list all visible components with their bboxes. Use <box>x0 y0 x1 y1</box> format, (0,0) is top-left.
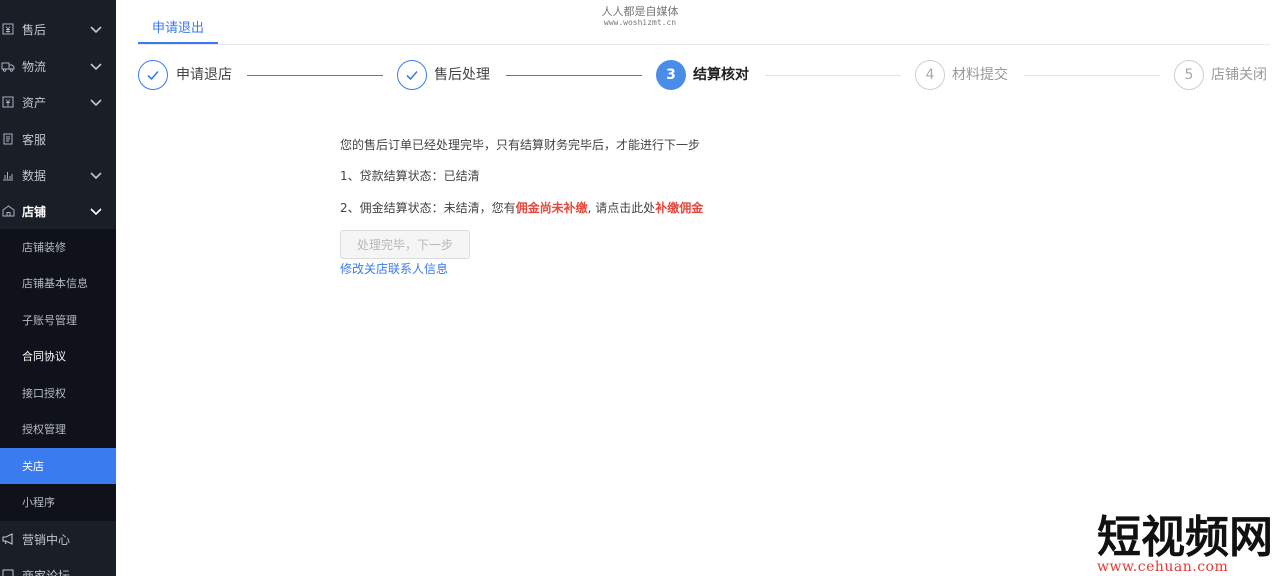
tab-apply-exit[interactable]: 申请退出 <box>138 10 218 44</box>
sidebar-item-label: 物流 <box>22 59 47 74</box>
sidebar-item-after-sales[interactable]: 售后 <box>0 11 116 47</box>
tab-divider <box>138 44 1270 45</box>
submenu-item-sub-account[interactable]: 子账号管理 <box>0 302 116 338</box>
submenu-item-label: 授权管理 <box>22 423 66 436</box>
sidebar-item-label: 售后 <box>22 22 47 37</box>
step-3-number: 3 <box>656 60 686 90</box>
sidebar-item-store[interactable]: 店铺 <box>0 193 116 229</box>
sidebar-item-assets[interactable]: 资产 <box>0 84 116 120</box>
pay-commission-link[interactable]: 补缴佣金 <box>655 201 703 215</box>
step-5-label: 店铺关闭 <box>1211 67 1267 83</box>
settlement-intro-text: 您的售后订单已经处理完毕，只有结算财务完毕后，才能进行下一步 <box>340 138 701 152</box>
submenu-item-store-basic-info[interactable]: 店铺基本信息 <box>0 265 116 301</box>
megaphone-icon <box>1 532 15 546</box>
submenu-item-label: 店铺基本信息 <box>22 277 88 290</box>
watermark-top: 人人都是自媒体 www.woshizmt.cn <box>560 5 720 28</box>
step-1-label: 申请退店 <box>176 67 232 83</box>
submenu-item-label: 接口授权 <box>22 387 66 400</box>
watermark-corner-url: www.cehuan.com <box>1097 559 1229 575</box>
step-2-label: 售后处理 <box>434 67 490 83</box>
commission-settlement-status: 2、佣金结算状态：未结清，您有佣金尚未补缴, 请点击此处补缴佣金 <box>340 199 703 217</box>
chevron-down-icon <box>90 26 102 34</box>
sidebar-item-label: 客服 <box>22 132 47 147</box>
submenu-item-api-auth[interactable]: 接口授权 <box>0 375 116 411</box>
sidebar-item-label: 数据 <box>22 168 47 183</box>
sidebar-item-label: 资产 <box>22 95 47 110</box>
submenu-item-auth-management[interactable]: 授权管理 <box>0 411 116 447</box>
submenu-item-mini-program[interactable]: 小程序 <box>0 484 116 520</box>
step-connector <box>1024 75 1160 76</box>
chevron-down-icon <box>90 63 102 71</box>
sidebar-item-label: 营销中心 <box>22 532 71 547</box>
watermark-corner-title: 短视频网 <box>1097 512 1273 563</box>
submenu-item-label: 小程序 <box>22 496 55 509</box>
edit-contact-link[interactable]: 修改关店联系人信息 <box>340 260 448 278</box>
step-4-label: 材料提交 <box>952 67 1008 83</box>
submenu-item-contract[interactable]: 合同协议 <box>0 338 116 374</box>
watermark-corner: 短视频网 www.cehuan.com <box>1097 512 1280 576</box>
watermark-url: www.woshizmt.cn <box>603 18 677 27</box>
sidebar-item-data[interactable]: 数据 <box>0 157 116 193</box>
chevron-down-icon <box>90 172 102 180</box>
sidebar-item-customer-service[interactable]: 客服 <box>0 121 116 157</box>
sidebar-item-forum[interactable]: 商家论坛 <box>0 557 116 576</box>
next-step-button[interactable]: 处理完毕，下一步 <box>340 230 470 259</box>
step-2-check-icon <box>397 60 427 90</box>
submenu-item-label: 合同协议 <box>22 350 66 363</box>
truck-icon <box>1 59 15 73</box>
bar-chart-icon <box>1 168 15 182</box>
sidebar-item-label: 商家论坛 <box>22 568 71 576</box>
submenu-item-label: 关店 <box>22 460 44 473</box>
loan-settlement-status: 1、贷款结算状态：已结清 <box>340 169 480 183</box>
yen-box-icon <box>1 95 15 109</box>
step-1-check-icon <box>138 60 168 90</box>
step-connector <box>247 75 383 76</box>
commission-status-prefix: 2、佣金结算状态：未结清，您有 <box>340 201 516 215</box>
chevron-down-icon <box>90 208 102 216</box>
submenu-item-label: 子账号管理 <box>22 314 77 327</box>
sidebar-item-marketing[interactable]: 营销中心 <box>0 521 116 557</box>
sidebar: 售后 物流 资产 客服 数据 店铺 店铺装修 店铺基本信息 子账号管理 合同协议… <box>0 0 116 576</box>
store-submenu: 店铺装修 店铺基本信息 子账号管理 合同协议 接口授权 授权管理 关店 小程序 <box>0 229 116 521</box>
submenu-item-close-store[interactable]: 关店 <box>0 448 116 484</box>
commission-status-mid: , 请点击此处 <box>587 201 656 215</box>
submenu-item-label: 店铺装修 <box>22 241 66 254</box>
chevron-down-icon <box>90 99 102 107</box>
sidebar-item-logistics[interactable]: 物流 <box>0 48 116 84</box>
step-connector <box>506 75 642 76</box>
step-connector <box>765 75 901 76</box>
submenu-item-store-decoration[interactable]: 店铺装修 <box>0 229 116 265</box>
document-icon <box>1 132 15 146</box>
store-icon <box>1 204 15 218</box>
yen-receipt-icon <box>1 22 15 36</box>
forum-icon <box>1 568 15 576</box>
step-3-label: 结算核对 <box>693 67 749 83</box>
step-5-number: 5 <box>1174 60 1204 90</box>
sidebar-item-label: 店铺 <box>22 204 47 219</box>
step-4-number: 4 <box>915 60 945 90</box>
watermark-title: 人人都是自媒体 <box>601 5 679 18</box>
commission-unpaid-text: 佣金尚未补缴 <box>515 201 588 215</box>
